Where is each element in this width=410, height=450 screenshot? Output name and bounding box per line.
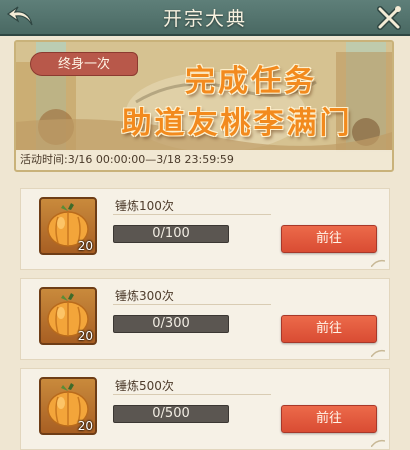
- divider: [113, 214, 271, 215]
- progress-bar: 0/300: [113, 315, 229, 333]
- close-icon: [377, 6, 401, 30]
- header-bar: 开宗大典: [0, 0, 410, 36]
- corner-ornament-icon: [371, 259, 385, 267]
- progress-text: 0/500: [152, 406, 190, 421]
- task-row: 20 锤炼100次 0/100 前往: [20, 188, 390, 270]
- headline-line-1: 完成任务: [185, 64, 317, 99]
- divider: [113, 304, 271, 305]
- go-button[interactable]: 前往: [281, 225, 377, 253]
- reward-count: 20: [77, 239, 93, 253]
- task-name: 锤炼300次: [115, 289, 174, 303]
- task-row: 20 锤炼300次 0/300 前往: [20, 278, 390, 360]
- go-button[interactable]: 前往: [281, 315, 377, 343]
- task-name: 锤炼500次: [115, 379, 174, 393]
- headline-line-2: 助道友桃李满门: [121, 106, 353, 141]
- task-row: 20 锤炼500次 0/500 前往: [20, 368, 390, 450]
- event-time: 活动时间:3/16 00:00:00—3/18 23:59:59: [16, 150, 392, 170]
- once-ribbon: 终身一次: [30, 52, 138, 76]
- reward-count: 20: [77, 329, 93, 343]
- corner-ornament-icon: [371, 349, 385, 357]
- divider: [113, 394, 271, 395]
- reward-item[interactable]: 20: [39, 197, 97, 255]
- progress-bar: 0/500: [113, 405, 229, 423]
- reward-count: 20: [77, 419, 93, 433]
- task-name: 锤炼100次: [115, 199, 174, 213]
- go-button[interactable]: 前往: [281, 405, 377, 433]
- reward-item[interactable]: 20: [39, 377, 97, 435]
- progress-bar: 0/100: [113, 225, 229, 243]
- progress-text: 0/300: [152, 316, 190, 331]
- event-banner: 终身一次 完成任务 助道友桃李满门 活动时间:3/16 00:00:00—3/1…: [14, 40, 394, 172]
- corner-ornament-icon: [371, 439, 385, 447]
- progress-text: 0/100: [152, 226, 190, 241]
- page-title: 开宗大典: [162, 8, 247, 30]
- close-button[interactable]: [372, 2, 406, 34]
- reward-item[interactable]: 20: [39, 287, 97, 345]
